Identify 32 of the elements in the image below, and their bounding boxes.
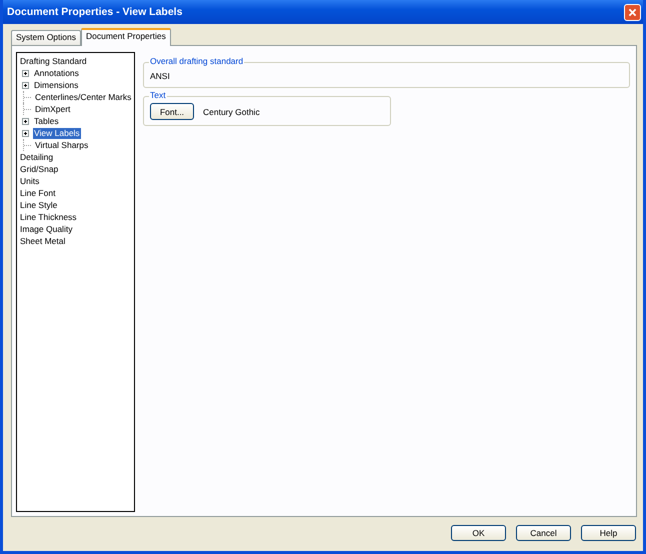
window-title: Document Properties - View Labels [7,6,182,18]
tree-item[interactable]: Image Quality [19,224,74,234]
dialog-button[interactable]: Help [581,525,636,541]
font-name: Century Gothic [203,106,260,116]
tree-item[interactable]: Dimensions [33,80,80,90]
tab[interactable]: System Options [11,30,81,45]
tree-item[interactable]: Annotations [33,68,80,78]
tree-item[interactable]: Sheet Metal [19,236,66,246]
tree-item[interactable]: Tables [33,116,60,126]
group-title: Text [149,90,167,100]
tree-item[interactable]: Line Thickness [19,212,78,222]
dialog-button[interactable]: Cancel [516,525,571,541]
font-button[interactable]: Font... [150,103,194,120]
close-icon[interactable] [624,4,641,20]
tree-item[interactable]: Line Font [19,188,56,198]
dialog-button[interactable]: OK [451,525,506,541]
expand-icon[interactable] [22,70,29,76]
tree-item[interactable]: View Labels [33,128,81,138]
tree-item[interactable]: Drafting Standard [19,56,88,66]
tree-item[interactable]: Grid/Snap [19,164,60,174]
tree-item[interactable]: Centerlines/Center Marks [34,92,132,102]
tree-item[interactable]: Virtual Sharps [34,140,90,150]
group-title: Overall drafting standard [149,56,244,66]
expand-icon[interactable] [22,82,29,88]
standard-value: ANSI [150,70,170,80]
tree-item[interactable]: Line Style [19,200,58,210]
tree-item[interactable]: Detailing [19,152,54,162]
expand-icon[interactable] [22,118,29,124]
expand-icon[interactable] [22,130,29,136]
tree-item[interactable]: DimXpert [34,104,72,114]
tab[interactable]: Document Properties [81,28,171,46]
tree-item[interactable]: Units [19,176,40,186]
